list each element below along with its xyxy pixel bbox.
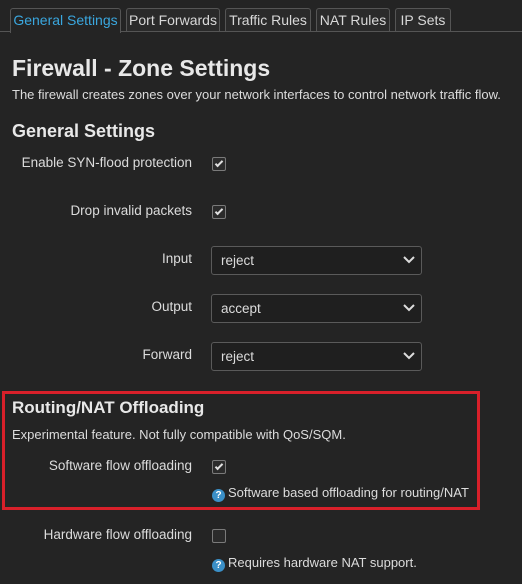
output-policy-select[interactable]: accept (211, 294, 422, 323)
chevron-down-icon (403, 256, 415, 264)
chevron-down-icon (403, 304, 415, 312)
offloading-heading: Routing/NAT Offloading (12, 398, 205, 417)
tab-nat-rules[interactable]: NAT Rules (316, 8, 390, 32)
tab-traffic-rules[interactable]: Traffic Rules (225, 8, 311, 32)
checkmark-icon (214, 158, 224, 168)
offloading-description: Experimental feature. Not fully compatib… (12, 427, 346, 442)
checkmark-icon (214, 461, 224, 471)
page-title: Firewall - Zone Settings (12, 55, 271, 81)
output-label: Output (151, 299, 192, 314)
input-policy-select[interactable]: reject (211, 246, 422, 275)
input-policy-value: reject (221, 253, 255, 268)
hardware-offloading-label: Hardware flow offloading (43, 527, 192, 542)
hardware-offloading-help: ? Requires hardware NAT support. (212, 555, 417, 572)
tab-ip-sets[interactable]: IP Sets (395, 8, 451, 32)
syn-flood-label: Enable SYN-flood protection (21, 155, 192, 170)
forward-policy-select[interactable]: reject (211, 342, 422, 371)
checkmark-icon (214, 206, 224, 216)
tab-general-settings[interactable]: General Settings (10, 8, 121, 33)
syn-flood-checkbox[interactable] (212, 157, 226, 171)
output-policy-value: accept (221, 301, 261, 316)
software-offloading-help: ? Software based offloading for routing/N… (212, 485, 469, 502)
tab-port-forwards[interactable]: Port Forwards (126, 8, 220, 32)
tab-bar: General Settings Port Forwards Traffic R… (0, 0, 522, 33)
hardware-offloading-help-text: Requires hardware NAT support. (228, 555, 417, 570)
help-icon: ? (212, 559, 225, 572)
chevron-down-icon (403, 352, 415, 360)
software-offloading-label: Software flow offloading (48, 458, 192, 473)
drop-invalid-label: Drop invalid packets (70, 203, 192, 218)
hardware-offloading-checkbox[interactable] (212, 529, 226, 543)
forward-policy-value: reject (221, 349, 255, 364)
software-offloading-help-text: Software based offloading for routing/NA… (228, 485, 469, 500)
software-offloading-checkbox[interactable] (212, 460, 226, 474)
page-description: The firewall creates zones over your net… (12, 87, 501, 102)
drop-invalid-checkbox[interactable] (212, 205, 226, 219)
help-icon: ? (212, 489, 225, 502)
input-label: Input (161, 251, 192, 266)
general-settings-heading: General Settings (12, 121, 156, 141)
forward-label: Forward (142, 347, 192, 362)
